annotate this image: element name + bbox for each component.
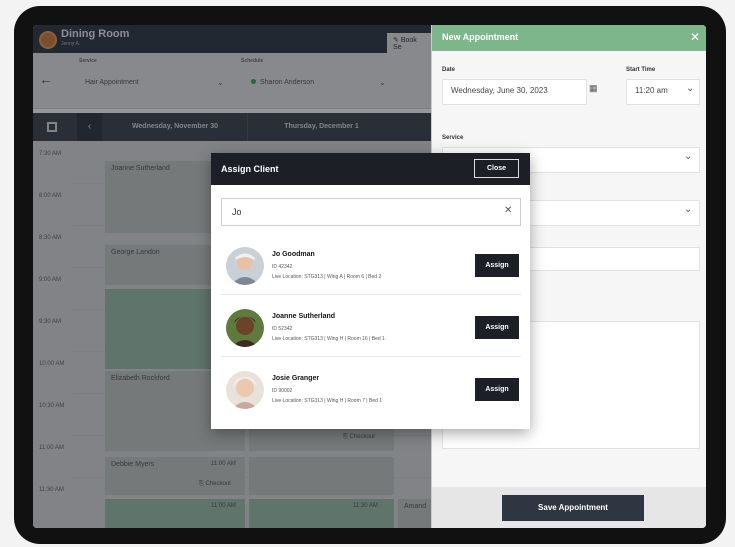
date-field[interactable]: Wednesday, June 30, 2023 [442, 79, 587, 105]
save-appointment-button[interactable]: Save Appointment [502, 495, 644, 521]
date-label: Date [442, 67, 456, 73]
client-name: Josie Granger [272, 375, 320, 382]
calendar-icon[interactable]: ▦ [589, 83, 598, 94]
close-icon[interactable]: ✕ [690, 30, 700, 44]
panel-title: New Appointment [432, 25, 706, 51]
list-item: Jo Goodman ID 42342 Live Location: STG31… [221, 237, 521, 295]
client-id: ID 90002 [272, 388, 293, 394]
client-name: Jo Goodman [272, 251, 315, 258]
start-time-label: Start Time [626, 67, 656, 73]
clear-icon[interactable]: ✕ [504, 205, 512, 216]
chevron-down-icon: ⌄ [686, 83, 695, 94]
avatar [226, 371, 264, 409]
avatar [226, 309, 264, 347]
chevron-down-icon: ⌄ [684, 204, 693, 215]
assign-button[interactable]: Assign [475, 378, 519, 401]
assign-button[interactable]: Assign [475, 254, 519, 277]
client-id: ID 42342 [272, 264, 293, 270]
service-label: Service [442, 135, 464, 141]
client-location: Live Location: STG313 | Wing H | Room 7 … [272, 398, 383, 404]
assign-button[interactable]: Assign [475, 316, 519, 339]
chevron-down-icon: ⌄ [684, 151, 693, 162]
avatar [226, 247, 264, 285]
client-location: Live Location: STG313 | Wing H | Room 16… [272, 336, 385, 342]
client-location: Live Location: STG313 | Wing A | Room 6 … [272, 274, 382, 280]
list-item: Joanne Sutherland ID 52342 Live Location… [221, 299, 521, 357]
client-id: ID 52342 [272, 326, 293, 332]
list-item: Josie Granger ID 90002 Live Location: ST… [221, 361, 521, 419]
search-input[interactable]: Jo [221, 198, 521, 226]
assign-client-modal: Assign Client Close Jo ✕ Jo Goodman ID 4… [211, 153, 530, 429]
client-name: Joanne Sutherland [272, 313, 336, 320]
tablet-screen: Dining Room Jenny A. ✎ Book Se ← Service… [33, 25, 706, 528]
close-button[interactable]: Close [474, 159, 519, 178]
